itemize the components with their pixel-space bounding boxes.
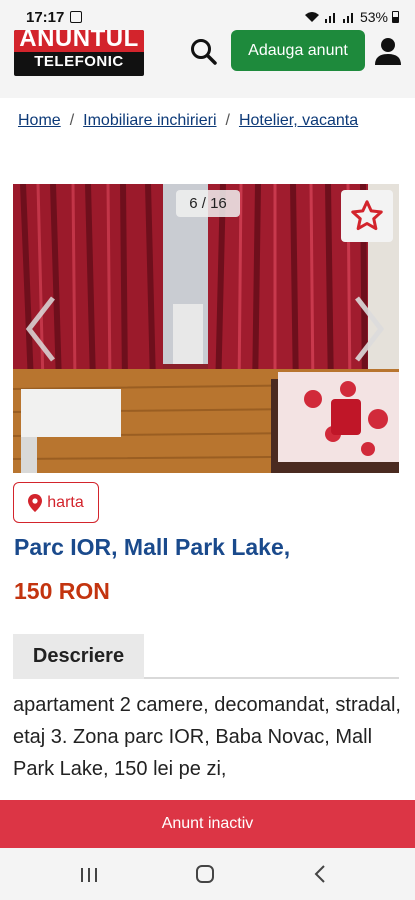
logo-bottom-text: TELEFONIC xyxy=(34,53,124,70)
system-navigation-bar xyxy=(0,848,415,900)
wifi-icon xyxy=(304,12,319,22)
recent-apps-icon[interactable] xyxy=(80,867,98,883)
breadcrumb-separator: / xyxy=(225,112,230,129)
listing-title: Parc IOR, Mall Park Lake, xyxy=(14,534,291,560)
breadcrumb-real-estate-rentals[interactable]: Imobiliare inchirieri xyxy=(83,112,216,129)
battery-percent: 53% xyxy=(359,9,388,25)
add-listing-button[interactable]: Adauga anunt xyxy=(231,30,365,71)
listing-price: 150 RON xyxy=(14,578,110,604)
logo-top-text: ANUNTUL xyxy=(14,30,144,52)
star-icon xyxy=(351,200,383,231)
chevron-right-icon xyxy=(355,296,385,362)
listing-description: apartament 2 camere, decomandat, stradal… xyxy=(13,694,401,780)
map-pin-icon xyxy=(28,493,43,512)
search-button[interactable] xyxy=(188,36,220,68)
map-button-label: harta xyxy=(47,493,84,511)
inactive-listing-banner[interactable]: Anunt inactiv xyxy=(0,800,415,848)
site-header: ANUNTUL TELEFONIC Adauga anunt xyxy=(0,30,415,98)
favorite-button[interactable] xyxy=(341,190,393,242)
photo-counter: 6 / 16 xyxy=(176,190,240,217)
status-time: 17:17 xyxy=(26,8,65,26)
account-button[interactable] xyxy=(374,36,402,66)
tab-description[interactable]: Descriere xyxy=(13,634,144,679)
chevron-left-icon xyxy=(25,296,55,362)
user-icon xyxy=(375,38,401,65)
breadcrumb: Home / Imobiliare inchirieri / Hotelier, vac… xyxy=(18,112,358,130)
signal-icon-2 xyxy=(342,13,353,23)
content-tabs: Descriere xyxy=(13,634,399,679)
breadcrumb-hotel-vacation[interactable]: Hotelier, vacanta xyxy=(239,112,358,129)
back-icon[interactable] xyxy=(313,865,327,883)
signal-icon xyxy=(324,13,335,23)
map-button[interactable]: harta xyxy=(13,482,99,523)
breadcrumb-separator: / xyxy=(69,112,75,129)
status-bar: 17:17 53% xyxy=(0,0,415,34)
status-indicators: 53% xyxy=(304,9,399,25)
site-logo[interactable]: ANUNTUL TELEFONIC xyxy=(14,30,144,76)
image-notification-icon xyxy=(70,11,83,23)
previous-photo-button[interactable] xyxy=(19,292,63,366)
photo-gallery[interactable]: 6 / 16 xyxy=(13,184,399,473)
home-icon[interactable] xyxy=(196,865,214,883)
breadcrumb-home[interactable]: Home xyxy=(18,112,61,129)
search-icon xyxy=(191,39,217,65)
next-photo-button[interactable] xyxy=(347,292,391,366)
battery-icon xyxy=(392,11,399,23)
